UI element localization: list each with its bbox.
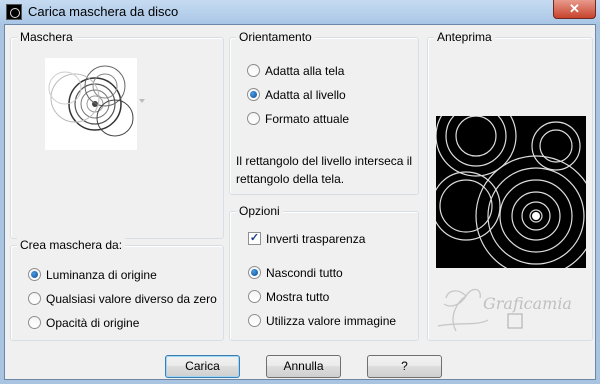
inverti-trasparenza-label[interactable]: Inverti trasparenza xyxy=(266,232,365,246)
inverti-trasparenza-checkbox[interactable]: ✓ xyxy=(248,232,261,245)
radio-adatta-livello[interactable] xyxy=(247,88,260,101)
crea-maschera-group: Crea maschera da: Luminanza di origine Q… xyxy=(10,238,224,341)
radio-qualsiasi-valore[interactable] xyxy=(28,292,41,305)
maschera-title: Maschera xyxy=(17,30,76,44)
radio-mostra-tutto[interactable] xyxy=(248,290,261,303)
radio-adatta-tela[interactable] xyxy=(247,64,260,77)
opzioni-title: Opzioni xyxy=(236,204,283,218)
watermark-logo: Graficamia xyxy=(428,276,594,338)
window-title: Carica maschera da disco xyxy=(28,4,179,19)
radio-nascondi-tutto[interactable] xyxy=(248,266,261,279)
radio-utilizza-valore[interactable] xyxy=(248,314,261,327)
watermark-text: Graficamia xyxy=(483,294,572,313)
radio-luminanza-label[interactable]: Luminanza di origine xyxy=(46,268,157,282)
annulla-button[interactable]: Annulla xyxy=(266,355,341,378)
orientamento-group: Orientamento Adatta alla tela Adatta al … xyxy=(229,30,419,195)
radio-nascondi-tutto-label[interactable]: Nascondi tutto xyxy=(266,266,343,280)
carica-button[interactable]: Carica xyxy=(165,355,240,378)
close-button[interactable]: ✕ xyxy=(553,0,596,19)
help-button[interactable]: ? xyxy=(367,355,442,378)
mask-thumbnail-image xyxy=(48,65,134,137)
orientamento-title: Orientamento xyxy=(236,30,315,44)
title-bar: Carica maschera da disco ✕ xyxy=(0,0,600,24)
radio-mostra-tutto-label[interactable]: Mostra tutto xyxy=(266,290,329,304)
radio-formato-attuale[interactable] xyxy=(247,112,260,125)
mask-thumbnail[interactable] xyxy=(45,58,137,150)
dialog-body: Maschera Crea maschera da: Luminanza di … xyxy=(4,24,596,380)
radio-qualsiasi-valore-label[interactable]: Qualsiasi valore diverso da zero xyxy=(46,292,217,306)
app-icon xyxy=(6,4,22,20)
radio-opacita[interactable] xyxy=(28,316,41,329)
crea-maschera-title: Crea maschera da: xyxy=(17,238,126,252)
anteprima-group: Anteprima Graficamia xyxy=(427,30,594,341)
radio-formato-attuale-label[interactable]: Formato attuale xyxy=(265,112,349,126)
radio-utilizza-valore-label[interactable]: Utilizza valore immagine xyxy=(266,314,396,328)
anteprima-title: Anteprima xyxy=(434,30,495,44)
preview-image xyxy=(436,116,586,268)
radio-luminanza[interactable] xyxy=(28,268,41,281)
orientamento-info-text: Il rettangolo del livello interseca il r… xyxy=(236,154,413,186)
radio-adatta-tela-label[interactable]: Adatta alla tela xyxy=(265,64,344,78)
maschera-group: Maschera xyxy=(10,30,224,239)
radio-adatta-livello-label[interactable]: Adatta al livello xyxy=(265,88,346,102)
thumbnail-dropdown-arrow-icon[interactable] xyxy=(139,99,145,103)
opzioni-group: Opzioni ✓ Inverti trasparenza Nascondi t… xyxy=(229,204,419,341)
radio-opacita-label[interactable]: Opacità di origine xyxy=(46,316,139,330)
preview-mask-image xyxy=(436,116,586,268)
